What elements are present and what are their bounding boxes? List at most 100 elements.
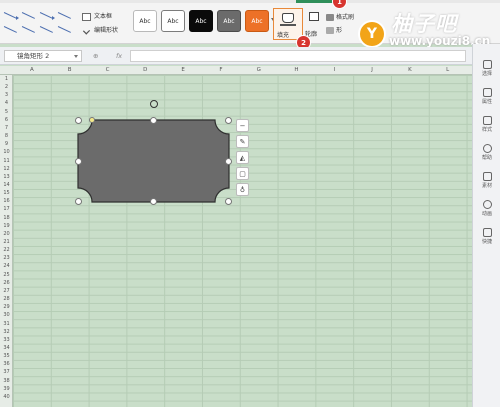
- resize-handle-sw[interactable]: [75, 198, 82, 205]
- line-shapes-gallery[interactable]: [2, 8, 74, 40]
- edit-shape-button[interactable]: 编辑形状: [82, 24, 118, 38]
- row-header-cell[interactable]: 6: [0, 116, 13, 124]
- rotate-handle-icon[interactable]: [150, 100, 158, 108]
- outline-square-icon[interactable]: ▢: [236, 167, 249, 180]
- line-shape[interactable]: [57, 12, 71, 20]
- row-header-cell[interactable]: 30: [0, 311, 13, 319]
- row-header-cell[interactable]: 15: [0, 189, 13, 197]
- row-header-cell[interactable]: 12: [0, 165, 13, 173]
- column-header-cell[interactable]: B: [51, 66, 89, 75]
- column-header-cell[interactable]: A: [13, 66, 51, 75]
- column-header-cell[interactable]: H: [278, 66, 316, 75]
- style-sample-1[interactable]: Abc: [133, 10, 157, 32]
- row-header-cell[interactable]: 5: [0, 108, 13, 116]
- row-header-cell[interactable]: 26: [0, 279, 13, 287]
- style-sample-5[interactable]: Abc: [245, 10, 269, 32]
- curve-shape[interactable]: [57, 26, 71, 34]
- row-header-cell[interactable]: 17: [0, 205, 13, 213]
- style-sample-4[interactable]: Abc: [217, 10, 241, 32]
- row-header-cell[interactable]: 14: [0, 181, 13, 189]
- row-header-cell[interactable]: 35: [0, 352, 13, 360]
- row-header-cell[interactable]: 19: [0, 222, 13, 230]
- row-header-cell[interactable]: 9: [0, 140, 13, 148]
- panel-item-help[interactable]: 帮助: [473, 144, 500, 161]
- column-header-cell[interactable]: D: [126, 66, 164, 75]
- row-header-cell[interactable]: 25: [0, 271, 13, 279]
- column-header-cell[interactable]: E: [164, 66, 202, 75]
- row-header-cell[interactable]: 33: [0, 336, 13, 344]
- resize-handle-w[interactable]: [75, 158, 82, 165]
- column-header-cell[interactable]: L: [429, 66, 467, 75]
- snip-corner-rectangle-shape[interactable]: [75, 100, 232, 205]
- curve-shape[interactable]: [21, 26, 35, 34]
- row-header-cell[interactable]: 29: [0, 303, 13, 311]
- row-header-cell[interactable]: 20: [0, 230, 13, 238]
- panel-item-animation[interactable]: 动画: [473, 200, 500, 217]
- row-header-cell[interactable]: 21: [0, 238, 13, 246]
- panel-item-shortcut[interactable]: 快捷: [473, 228, 500, 245]
- pen-icon[interactable]: ✎: [236, 135, 249, 148]
- row-header-cell[interactable]: 31: [0, 320, 13, 328]
- row-header-cell[interactable]: 24: [0, 262, 13, 270]
- row-header-cell[interactable]: 39: [0, 385, 13, 393]
- panel-item-property[interactable]: 属性: [473, 88, 500, 105]
- row-header-cell[interactable]: 1: [0, 75, 13, 83]
- panel-item-select[interactable]: 选择: [473, 60, 500, 77]
- row-header-cell[interactable]: 38: [0, 377, 13, 385]
- column-header-cell[interactable]: K: [391, 66, 429, 75]
- resize-handle-s[interactable]: [150, 198, 157, 205]
- curve-shape[interactable]: [3, 26, 17, 34]
- row-header-cell[interactable]: 27: [0, 287, 13, 295]
- row-header-cell[interactable]: 2: [0, 83, 13, 91]
- column-header-cell[interactable]: G: [240, 66, 278, 75]
- row-header-cell[interactable]: 3: [0, 91, 13, 99]
- row-header-cell[interactable]: 11: [0, 157, 13, 165]
- row-header-cell[interactable]: 7: [0, 124, 13, 132]
- row-header-cell[interactable]: 10: [0, 148, 13, 156]
- row-header-cell[interactable]: 28: [0, 295, 13, 303]
- outline-button[interactable]: 轮廓: [305, 8, 323, 40]
- row-header-cell[interactable]: 36: [0, 360, 13, 368]
- row-header-cell[interactable]: 18: [0, 214, 13, 222]
- resize-handle-e[interactable]: [225, 158, 232, 165]
- name-box[interactable]: 镜角矩形 2: [4, 50, 82, 62]
- resize-handle-n[interactable]: [150, 117, 157, 124]
- line-shape[interactable]: [21, 12, 35, 20]
- resize-handle-ne[interactable]: [225, 117, 232, 124]
- line-shape[interactable]: [3, 12, 17, 20]
- style-sample-3[interactable]: Abc: [189, 10, 213, 32]
- row-header-cell[interactable]: 23: [0, 254, 13, 262]
- worksheet-grid[interactable]: ABCDEFGHIJKL 1 2 3 4 5 6 7 8 9 10 11 12 13 14 15 16 17 18…: [0, 66, 472, 407]
- row-header-cell[interactable]: 34: [0, 344, 13, 352]
- style-sample-2[interactable]: Abc: [161, 10, 185, 32]
- row-header-cell[interactable]: 16: [0, 197, 13, 205]
- resize-handle-nw[interactable]: [75, 117, 82, 124]
- row-header-cell[interactable]: 37: [0, 368, 13, 376]
- collapse-icon[interactable]: −: [236, 119, 249, 132]
- panel-item-style[interactable]: 样式: [473, 116, 500, 133]
- format-brush-button[interactable]: 格式刷: [326, 11, 354, 24]
- row-header-cell[interactable]: 22: [0, 246, 13, 254]
- shape-graphic[interactable]: [77, 119, 230, 203]
- shape-attribute-button[interactable]: 形: [326, 24, 354, 37]
- panel-item-material[interactable]: 素材: [473, 172, 500, 189]
- column-header-cell[interactable]: F: [202, 66, 240, 75]
- row-header-cell[interactable]: 40: [0, 393, 13, 401]
- curve-shape[interactable]: [39, 26, 53, 34]
- column-header-cell[interactable]: C: [89, 66, 127, 75]
- fill-icon[interactable]: ◭: [236, 151, 249, 164]
- name-box-dropdown-icon[interactable]: [74, 55, 78, 58]
- resize-handle-se[interactable]: [225, 198, 232, 205]
- text-box-button[interactable]: 文本框: [82, 10, 118, 24]
- row-header-cell[interactable]: 4: [0, 99, 13, 107]
- fill-button[interactable]: 填充: [273, 8, 303, 40]
- bulb-icon[interactable]: ♁: [236, 183, 249, 196]
- row-header-cell[interactable]: 13: [0, 173, 13, 181]
- fx-icon[interactable]: fx: [116, 52, 122, 60]
- zoom-icon[interactable]: ⊕: [93, 52, 98, 60]
- line-shape[interactable]: [39, 12, 53, 20]
- adjust-handle[interactable]: [89, 117, 95, 123]
- column-header-cell[interactable]: J: [353, 66, 391, 75]
- shape-body[interactable]: [77, 119, 230, 203]
- row-header-cell[interactable]: 8: [0, 132, 13, 140]
